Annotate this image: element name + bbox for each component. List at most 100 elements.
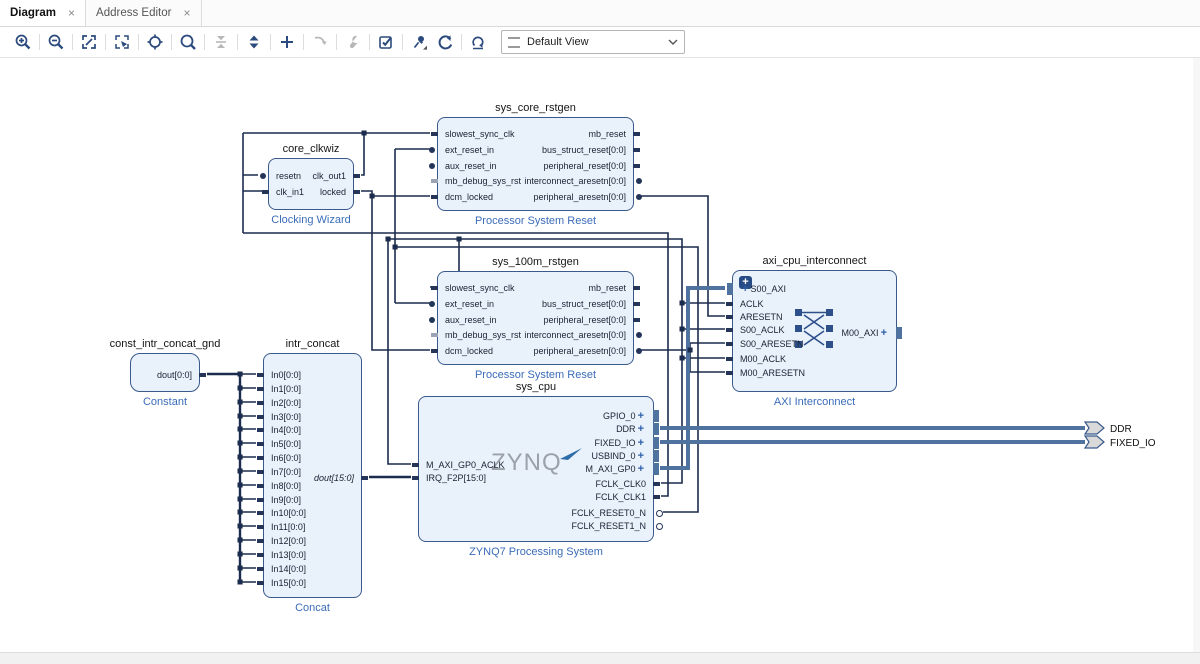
block-sys-100m-rstgen[interactable]: sys_100m_rstgen slowest_sync_clk ext_res… [437,271,634,365]
port-interconnect-aresetn[interactable]: interconnect_aresetn[0:0] [524,176,633,186]
port-label: FIXED_IO [595,438,636,448]
port-ddr[interactable]: DDR+ [616,424,653,434]
plus-icon[interactable]: + [638,411,644,421]
port-m00-aresetn[interactable]: M00_ARESETN [733,368,805,378]
port-peripheral-reset[interactable]: peripheral_reset[0:0] [543,161,633,171]
port-in8[interactable]: In8[0:0] [264,481,301,491]
port-clk-out1[interactable]: clk_out1 [312,171,353,181]
plus-icon[interactable]: + [638,451,644,461]
port-in14[interactable]: In14[0:0] [264,564,306,574]
vertical-scrollbar[interactable] [1193,58,1200,652]
plus-icon[interactable]: + [638,438,644,448]
port-resetn[interactable]: resetn [269,171,301,181]
port-irq-f2p[interactable]: IRQ_F2P[15:0] [419,473,486,483]
port-dcm-locked[interactable]: dcm_locked [438,192,493,202]
port-m-axi-gp0[interactable]: M_AXI_GP0+ [586,464,653,474]
port-in5[interactable]: In5[0:0] [264,439,301,449]
port-mb-debug-sys-rst[interactable]: mb_debug_sys_rst [438,176,521,186]
diagram-canvas[interactable]: DDR FIXED_IO core_clkwiz resetn clk_in1 … [0,58,1200,652]
port-label: GPIO_0 [603,411,636,421]
port-mb-reset[interactable]: mb_reset [588,283,633,293]
port-label: mb_debug_sys_rst [445,330,521,340]
port-in0[interactable]: In0[0:0] [264,370,301,380]
port-clk-in1[interactable]: clk_in1 [269,187,304,197]
port-aresetn[interactable]: ARESETN [733,312,783,322]
port-in11[interactable]: In11[0:0] [264,522,305,532]
plus-icon[interactable]: + [742,284,748,294]
port-peripheral-aresetn[interactable]: peripheral_aresetn[0:0] [533,346,633,356]
port-mb-reset[interactable]: mb_reset [588,129,633,139]
port-aux-reset-in[interactable]: aux_reset_in [438,315,497,325]
port-interconnect-aresetn[interactable]: interconnect_aresetn[0:0] [524,330,633,340]
port-label: In10[0:0] [271,508,306,518]
port-label: In4[0:0] [271,425,301,435]
port-dout[interactable]: dout[0:0] [157,370,199,380]
port-label: IRQ_F2P[15:0] [426,473,486,483]
port-label: In1[0:0] [271,384,301,394]
port-s00-aclk[interactable]: S00_ACLK [733,325,785,335]
port-usbind-0[interactable]: USBIND_0+ [592,451,653,461]
external-port-symbols[interactable] [1085,422,1104,448]
port-s00-axi[interactable]: +S00_AXI [733,284,786,294]
port-locked[interactable]: locked [320,187,353,197]
port-fclk-clk1[interactable]: FCLK_CLK1 [595,492,653,502]
port-in15[interactable]: In15[0:0] [264,578,306,588]
port-m00-aclk[interactable]: M00_ACLK [733,354,786,364]
plus-icon[interactable]: + [638,424,644,434]
port-mb-debug-sys-rst[interactable]: mb_debug_sys_rst [438,330,521,340]
port-in3[interactable]: In3[0:0] [264,412,301,422]
plus-icon[interactable]: + [638,464,644,474]
block-intr-concat[interactable]: intr_concat In0[0:0] In1[0:0] In2[0:0] I… [263,353,362,598]
port-gpio-0[interactable]: GPIO_0+ [603,411,653,421]
port-fixed-io[interactable]: FIXED_IO+ [595,438,653,448]
port-in12[interactable]: In12[0:0] [264,536,306,546]
block-const-intr-concat-gnd[interactable]: const_intr_concat_gnd dout[0:0] Constant [130,353,200,392]
port-in4[interactable]: In4[0:0] [264,425,301,435]
port-label: dcm_locked [445,346,493,356]
port-ext-reset-in[interactable]: ext_reset_in [438,145,494,155]
port-label: In0[0:0] [271,370,301,380]
port-fclk-reset0-n[interactable]: FCLK_RESET0_N [571,508,653,518]
port-aux-reset-in[interactable]: aux_reset_in [438,161,497,171]
port-dout[interactable]: dout[15:0] [314,473,361,483]
block-title: core_clkwiz [209,143,413,155]
port-fclk-reset1-n[interactable]: FCLK_RESET1_N [571,521,653,531]
port-peripheral-aresetn[interactable]: peripheral_aresetn[0:0] [533,192,633,202]
port-in10[interactable]: In10[0:0] [264,508,306,518]
port-in6[interactable]: In6[0:0] [264,453,301,463]
port-in7[interactable]: In7[0:0] [264,467,301,477]
block-axi-cpu-interconnect[interactable]: axi_cpu_interconnect + +S00_AXI ACLK ARE… [732,270,897,392]
port-ext-reset-in[interactable]: ext_reset_in [438,299,494,309]
port-fclk-clk0[interactable]: FCLK_CLK0 [595,479,653,489]
port-label: In8[0:0] [271,481,301,491]
external-port-ddr-label[interactable]: DDR [1110,424,1132,435]
port-bus-struct-reset[interactable]: bus_struct_reset[0:0] [542,299,633,309]
port-slowest-sync-clk[interactable]: slowest_sync_clk [438,283,515,293]
port-in2[interactable]: In2[0:0] [264,398,301,408]
port-m00-axi[interactable]: M00_AXI+ [842,328,896,338]
port-bus-struct-reset[interactable]: bus_struct_reset[0:0] [542,145,633,155]
port-in13[interactable]: In13[0:0] [264,550,306,560]
plus-icon[interactable]: + [881,328,887,338]
port-aclk[interactable]: ACLK [733,299,764,309]
external-port-fixed-io-label[interactable]: FIXED_IO [1110,438,1156,449]
block-sys-core-rstgen[interactable]: sys_core_rstgen slowest_sync_clk ext_res… [437,117,634,211]
port-label: FCLK_CLK0 [595,479,646,489]
port-m-axi-gp0-aclk[interactable]: M_AXI_GP0_ACLK [419,460,505,470]
port-in9[interactable]: In9[0:0] [264,495,301,505]
port-in1[interactable]: In1[0:0] [264,384,301,394]
block-core-clkwiz[interactable]: core_clkwiz resetn clk_in1 clk_out1 lock… [268,158,354,210]
port-s00-aresetn[interactable]: S00_ARESETN [733,339,804,349]
port-slowest-sync-clk[interactable]: slowest_sync_clk [438,129,515,139]
port-label: In7[0:0] [271,467,301,477]
external-port-fixed-io-icon [1085,436,1104,448]
port-label: In6[0:0] [271,453,301,463]
port-dcm-locked[interactable]: dcm_locked [438,346,493,356]
port-label: interconnect_aresetn[0:0] [524,330,626,340]
block-sys-cpu[interactable]: sys_cpu ZYNQ M_AXI_GP0_ACLK IRQ_F2P[15:0… [418,396,654,542]
horizontal-scrollbar[interactable] [0,652,1200,664]
port-peripheral-reset[interactable]: peripheral_reset[0:0] [543,315,633,325]
port-label: slowest_sync_clk [445,129,515,139]
port-label: mb_reset [588,283,626,293]
block-title: sys_cpu [359,381,713,393]
